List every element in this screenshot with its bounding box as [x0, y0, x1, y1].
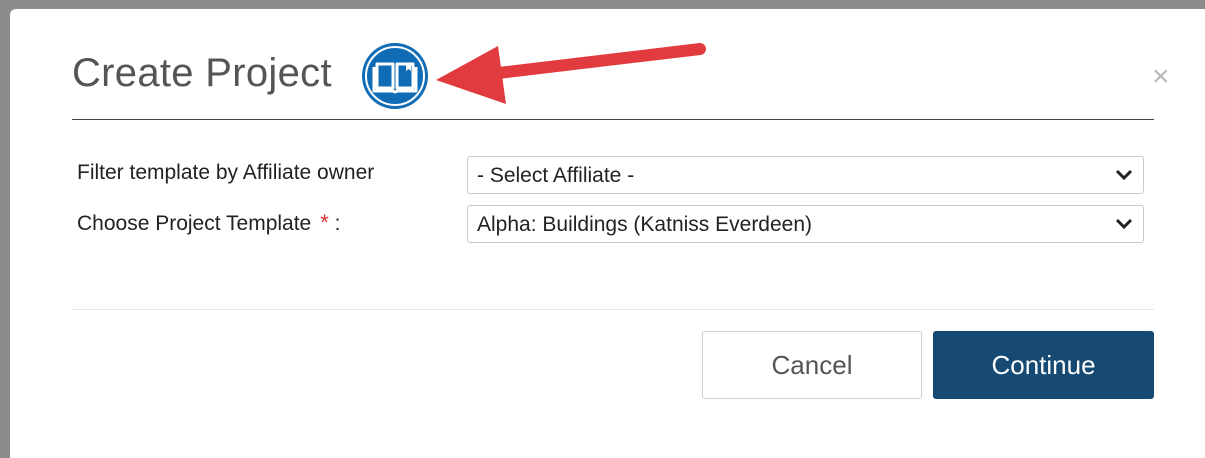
- dialog-title: Create Project: [72, 51, 332, 95]
- affiliate-select[interactable]: - Select Affiliate -: [467, 156, 1144, 194]
- project-template-select-value: Alpha: Buildings (Katniss Everdeen): [477, 213, 813, 236]
- continue-button[interactable]: Continue: [933, 331, 1154, 399]
- template-label-colon: :: [334, 212, 341, 235]
- template-label-text: Choose Project Template: [77, 212, 312, 235]
- affiliate-filter-label: Filter template by Affiliate owner: [77, 161, 375, 184]
- annotation-arrow: [436, 43, 706, 104]
- footer-divider: [72, 309, 1154, 310]
- close-button[interactable]: ×: [1152, 62, 1170, 92]
- affiliate-select-value: - Select Affiliate -: [477, 164, 635, 187]
- chevron-down-icon: [1115, 169, 1133, 181]
- book-icon[interactable]: [361, 42, 429, 110]
- cancel-button[interactable]: Cancel: [702, 331, 922, 399]
- create-project-dialog: Create Project × Filter template by Affi…: [10, 9, 1205, 458]
- required-marker: *: [320, 210, 329, 235]
- project-template-select[interactable]: Alpha: Buildings (Katniss Everdeen): [467, 205, 1144, 243]
- template-label: Choose Project Template * :: [77, 210, 341, 236]
- header-divider: [72, 119, 1154, 120]
- chevron-down-icon: [1115, 218, 1133, 230]
